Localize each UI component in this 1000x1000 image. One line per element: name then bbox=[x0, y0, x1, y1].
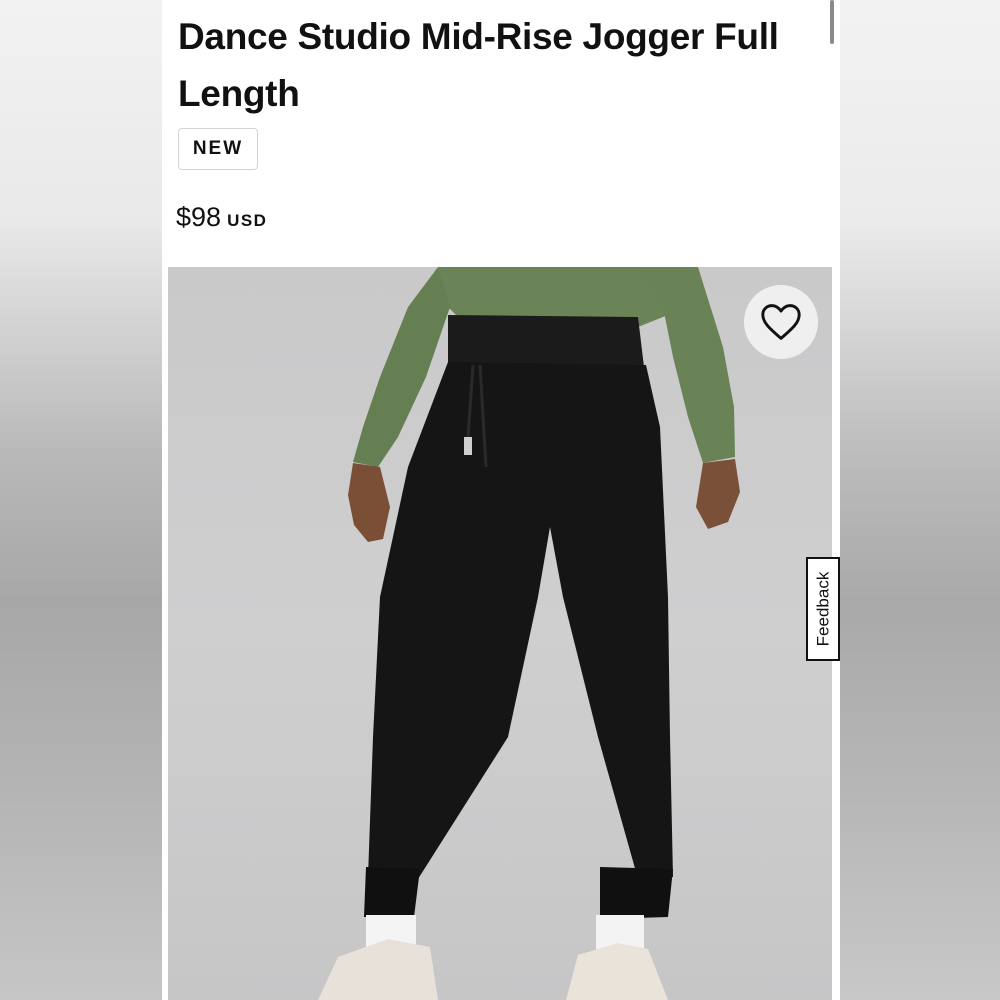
new-badge: NEW bbox=[178, 128, 258, 170]
product-title: Dance Studio Mid-Rise Jogger Full Length bbox=[178, 16, 779, 114]
right-hand bbox=[696, 459, 740, 529]
left-cuff bbox=[364, 867, 420, 917]
product-photo bbox=[318, 267, 740, 1000]
price-currency: USD bbox=[227, 211, 268, 230]
left-hand bbox=[348, 463, 390, 542]
right-cuff bbox=[600, 867, 673, 919]
right-shoe bbox=[566, 943, 668, 1000]
product-image[interactable] bbox=[168, 267, 832, 1000]
waistband bbox=[448, 315, 644, 367]
product-page: Dance Studio Mid-Rise Jogger Full Length… bbox=[162, 0, 840, 1000]
feedback-tab[interactable]: Feedback bbox=[806, 557, 840, 661]
pants bbox=[368, 362, 673, 879]
feedback-label: Feedback bbox=[813, 571, 833, 647]
left-shoe bbox=[318, 939, 438, 1000]
price-amount: $98 bbox=[176, 202, 222, 232]
product-price: $98 USD bbox=[176, 202, 267, 233]
drawstring-tip bbox=[464, 437, 472, 455]
blurred-backdrop-right bbox=[840, 0, 1000, 1000]
wishlist-button[interactable] bbox=[744, 285, 818, 359]
scrollbar-thumb[interactable] bbox=[830, 0, 834, 44]
heart-outline-icon bbox=[761, 304, 801, 340]
blurred-backdrop-left bbox=[0, 0, 162, 1000]
